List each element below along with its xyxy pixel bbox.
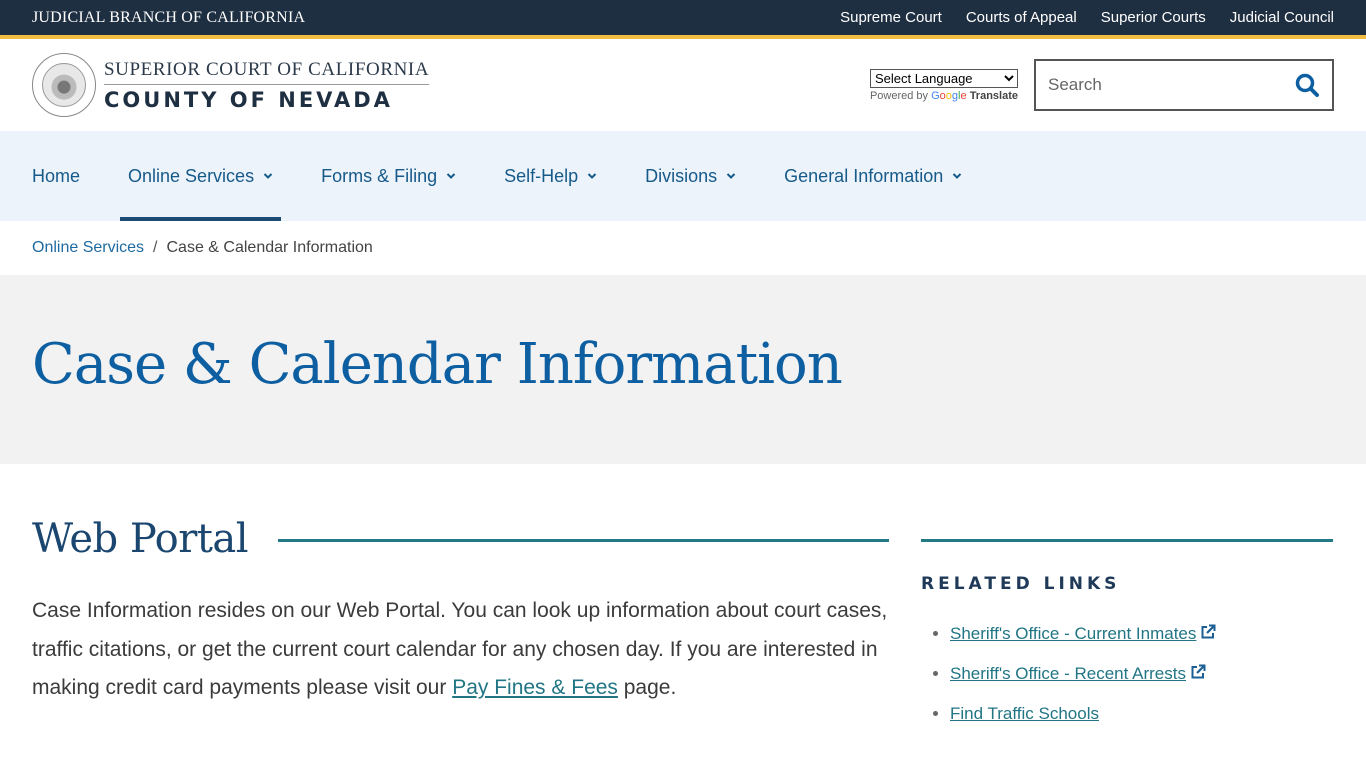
- breadcrumb-separator: /: [153, 239, 158, 256]
- related-links-list: Sheriff's Office - Current Inmates Sheri…: [921, 622, 1333, 725]
- powered-by-label: Powered by: [869, 89, 929, 102]
- breadcrumb: Online Services / Case & Calendar Inform…: [0, 221, 1366, 275]
- page-hero: Case & Calendar Information: [0, 275, 1366, 464]
- court-seal-icon: [32, 53, 96, 117]
- related-links-heading: RELATED LINKS: [921, 574, 1121, 594]
- web-portal-section-header: Web Portal: [32, 516, 889, 562]
- nav-item-home[interactable]: Home: [24, 131, 88, 221]
- logo-text: SUPERIOR COURT OF CALIFORNIA COUNTY OF N…: [104, 59, 430, 112]
- top-link-supreme-court[interactable]: Supreme Court: [840, 9, 942, 26]
- chevron-down-icon: [263, 173, 273, 179]
- nav-item-online-services[interactable]: Online Services: [120, 131, 282, 221]
- header-right: Select Language Powered by Google Transl…: [869, 59, 1334, 111]
- list-item: Sheriff's Office - Current Inmates: [950, 622, 1333, 645]
- section-divider: [278, 538, 889, 542]
- nav-item-label: Self-Help: [504, 165, 579, 186]
- web-portal-paragraph: Case Information resides on our Web Port…: [32, 592, 889, 708]
- list-item: Find Traffic Schools: [950, 702, 1333, 725]
- site-header: SUPERIOR COURT OF CALIFORNIA COUNTY OF N…: [0, 39, 1366, 131]
- chevron-down-icon: [446, 173, 456, 179]
- google-translate: Select Language Powered by Google Transl…: [869, 68, 1018, 102]
- chevron-down-icon: [953, 173, 962, 179]
- nav-item-self-help[interactable]: Self-Help: [496, 131, 605, 221]
- main-column: Web Portal Case Information resides on o…: [32, 464, 889, 742]
- chevron-down-icon: [726, 173, 736, 179]
- nav-item-divisions[interactable]: Divisions: [637, 131, 744, 221]
- main-nav: Home Online Services Forms & Filing Self…: [0, 131, 1366, 221]
- related-link-traffic-schools[interactable]: Find Traffic Schools: [950, 704, 1099, 723]
- search-icon[interactable]: [1294, 72, 1320, 98]
- nav-item-label: Home: [32, 165, 81, 186]
- paragraph-text-end: page.: [617, 676, 677, 699]
- related-links-sidebar: RELATED LINKS Sheriff's Office - Current…: [921, 464, 1333, 742]
- external-link-icon: [1191, 664, 1206, 679]
- language-select[interactable]: Select Language: [869, 68, 1018, 88]
- nav-item-label: Divisions: [645, 165, 718, 186]
- search-input[interactable]: [1048, 75, 1268, 95]
- section-title: Web Portal: [32, 516, 249, 562]
- page-title: Case & Calendar Information: [32, 332, 843, 397]
- related-link-recent-arrests[interactable]: Sheriff's Office - Recent Arrests: [950, 664, 1186, 683]
- logo-line-1: SUPERIOR COURT OF CALIFORNIA: [104, 59, 430, 85]
- top-bar: JUDICIAL BRANCH OF CALIFORNIA Supreme Co…: [0, 0, 1366, 39]
- breadcrumb-online-services[interactable]: Online Services: [32, 239, 144, 257]
- court-logo[interactable]: SUPERIOR COURT OF CALIFORNIA COUNTY OF N…: [32, 53, 430, 117]
- nav-item-label: General Information: [784, 165, 944, 186]
- search-box: [1034, 59, 1334, 111]
- translate-label: Translate: [969, 89, 1018, 102]
- top-link-courts-of-appeal[interactable]: Courts of Appeal: [966, 9, 1077, 26]
- top-link-judicial-council[interactable]: Judicial Council: [1230, 9, 1334, 26]
- top-link-superior-courts[interactable]: Superior Courts: [1101, 9, 1206, 26]
- nav-item-general-information[interactable]: General Information: [776, 131, 970, 221]
- breadcrumb-current: Case & Calendar Information: [166, 239, 373, 256]
- nav-item-label: Forms & Filing: [321, 165, 438, 186]
- page-content: Web Portal Case Information resides on o…: [0, 464, 1366, 742]
- pay-fines-fees-link[interactable]: Pay Fines & Fees: [452, 676, 618, 699]
- sidebar-divider: [921, 539, 1333, 542]
- nav-item-forms-filing[interactable]: Forms & Filing: [313, 131, 464, 221]
- related-link-current-inmates[interactable]: Sheriff's Office - Current Inmates: [950, 624, 1196, 643]
- top-links: Supreme Court Courts of Appeal Superior …: [840, 9, 1334, 26]
- powered-by-google-translate: Powered by Google Translate: [870, 90, 1018, 102]
- list-item: Sheriff's Office - Recent Arrests: [950, 662, 1333, 685]
- nav-item-label: Online Services: [128, 165, 255, 186]
- external-link-icon: [1201, 624, 1216, 639]
- google-logo[interactable]: Google: [931, 90, 967, 102]
- judicial-branch-brand[interactable]: JUDICIAL BRANCH OF CALIFORNIA: [32, 9, 305, 27]
- logo-line-2: COUNTY OF NEVADA: [104, 87, 393, 112]
- chevron-down-icon: [587, 173, 597, 179]
